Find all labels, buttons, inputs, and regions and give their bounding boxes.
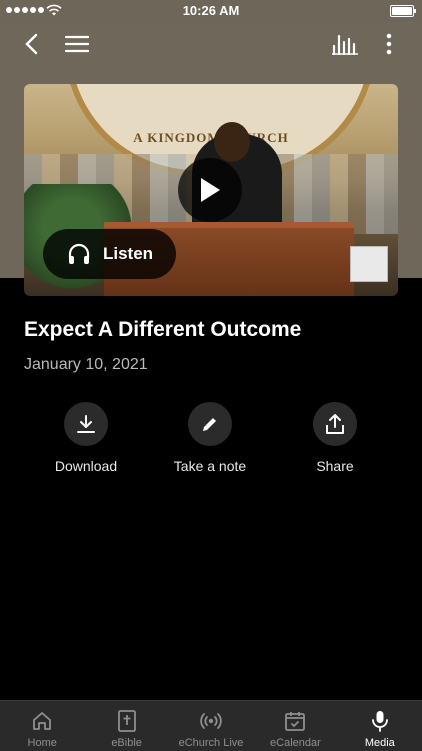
tab-media-label: Media xyxy=(364,737,395,749)
status-time: 10:26 AM xyxy=(182,3,240,18)
chevron-left-icon xyxy=(25,33,38,55)
media-title: Expect A Different Outcome xyxy=(24,318,302,341)
top-bar xyxy=(0,22,422,66)
headphones-icon xyxy=(68,243,90,264)
download-circle xyxy=(64,402,108,446)
listen-button[interactable]: Listen xyxy=(43,229,176,279)
microphone-icon xyxy=(371,711,388,732)
vertical-ellipsis-icon xyxy=(386,33,392,55)
share-label: Share xyxy=(316,458,354,474)
tab-bar: Home eBible eChurch Live eCalendar Media xyxy=(0,700,422,751)
preacher-head xyxy=(214,122,250,162)
battery-icon xyxy=(390,5,416,17)
share-circle xyxy=(313,402,357,446)
audio-levels-button[interactable] xyxy=(331,30,359,58)
take-note-button[interactable]: Take a note xyxy=(155,402,265,474)
church-logo xyxy=(350,246,388,282)
listen-label: Listen xyxy=(103,244,154,263)
equalizer-icon xyxy=(332,34,358,55)
download-button[interactable]: Download xyxy=(31,402,141,474)
tab-media[interactable]: Media xyxy=(338,701,422,751)
more-options-button[interactable] xyxy=(375,30,403,58)
download-icon xyxy=(77,415,95,433)
calendar-icon xyxy=(285,712,306,731)
play-icon xyxy=(201,178,220,202)
tab-ecalendar[interactable]: eCalendar xyxy=(253,701,337,751)
tab-ecalendar-label: eCalendar xyxy=(270,737,321,749)
hamburger-icon xyxy=(65,35,89,53)
share-button[interactable]: Share xyxy=(280,402,390,474)
tab-home[interactable]: Home xyxy=(0,701,84,751)
take-note-label: Take a note xyxy=(173,458,247,474)
download-label: Download xyxy=(54,458,118,474)
tab-ebible[interactable]: eBible xyxy=(84,701,168,751)
tab-echurch-live-label: eChurch Live xyxy=(178,737,244,749)
play-button[interactable] xyxy=(178,158,242,222)
menu-button[interactable] xyxy=(63,30,91,58)
tab-ebible-label: eBible xyxy=(111,737,142,749)
broadcast-icon xyxy=(200,713,222,729)
home-icon xyxy=(33,712,52,730)
back-button[interactable] xyxy=(18,30,46,58)
status-bar: 10:26 AM xyxy=(0,0,422,22)
pencil-icon xyxy=(203,416,218,431)
media-date: January 10, 2021 xyxy=(24,356,148,373)
tab-home-label: Home xyxy=(27,737,57,749)
tab-echurch-live[interactable]: eChurch Live xyxy=(169,701,253,751)
note-circle xyxy=(188,402,232,446)
bible-icon xyxy=(117,710,136,732)
share-icon xyxy=(326,414,344,434)
